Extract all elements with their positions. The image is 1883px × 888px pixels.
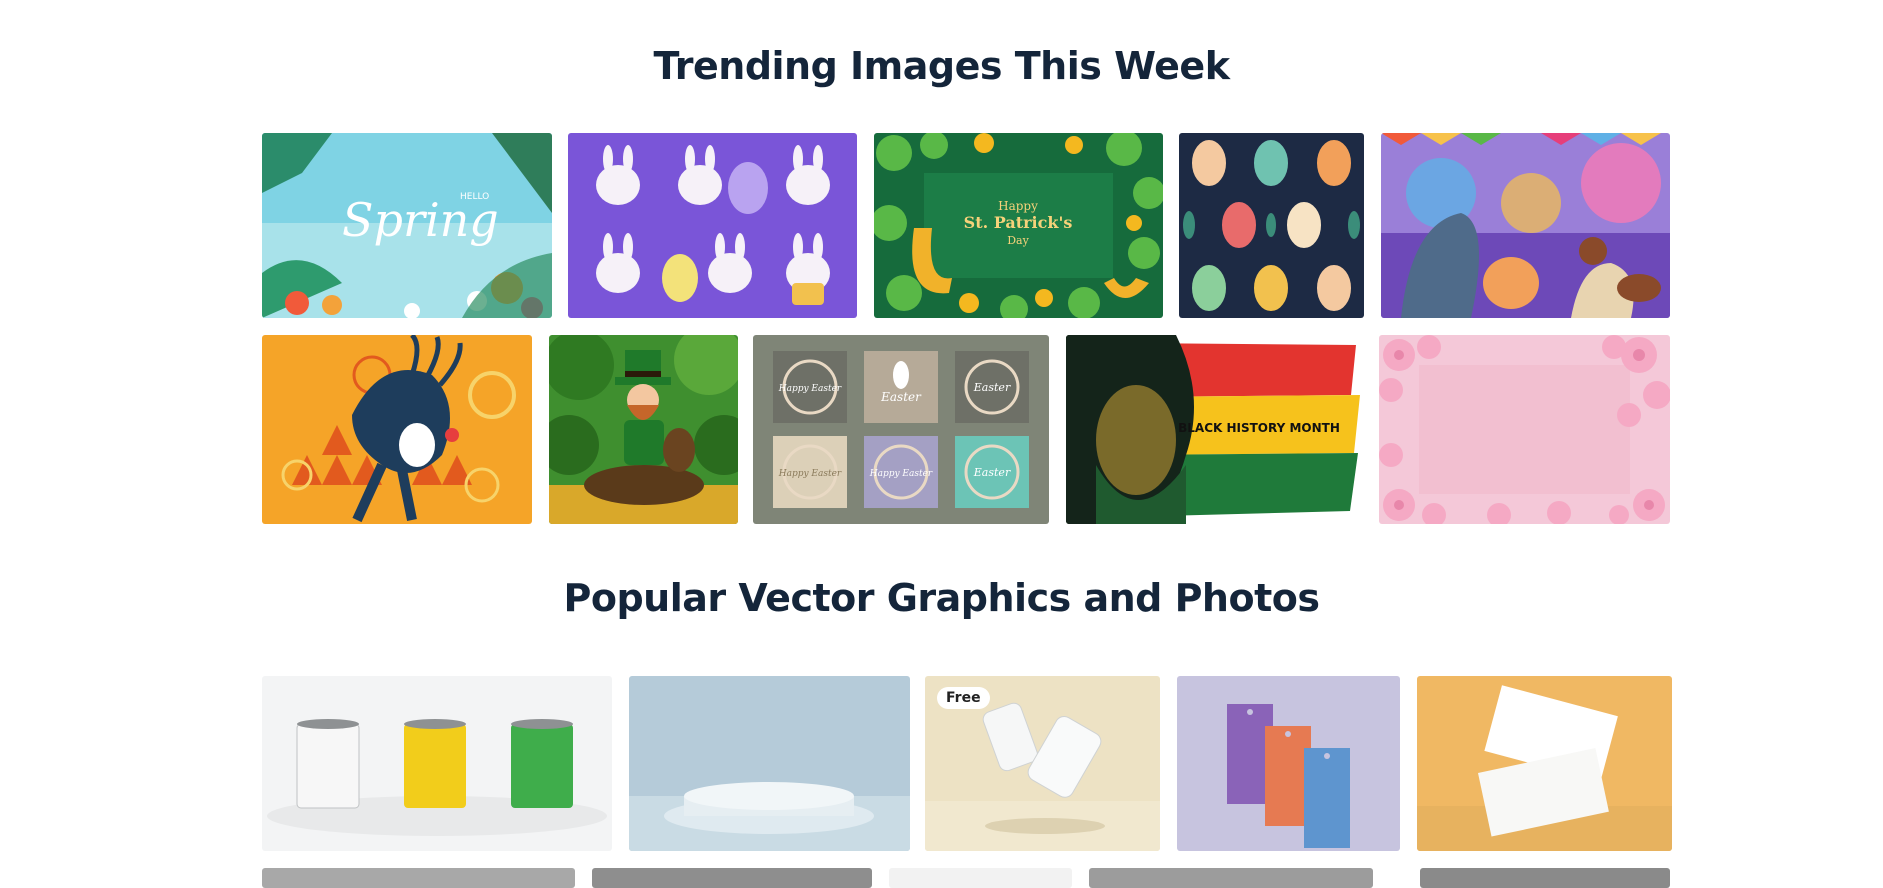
trending-image-easter-bunnies[interactable] xyxy=(568,133,857,318)
easter-card-text-2: Easter xyxy=(880,390,922,404)
trending-image-holi-festival[interactable] xyxy=(1381,133,1670,318)
trending-image-happy-easter-cards[interactable]: Happy Easter Easter Easter Happy Easter … xyxy=(753,335,1049,524)
st-patricks-caption-small: Happy xyxy=(998,199,1038,213)
trending-image-spring[interactable]: HELLO Spring xyxy=(262,133,552,318)
popular-image-row2-5[interactable] xyxy=(1420,868,1670,888)
popular-image-row2-3[interactable] xyxy=(889,868,1072,888)
popular-image-row2-2[interactable] xyxy=(592,868,872,888)
popular-image-business-cards[interactable] xyxy=(1417,676,1672,851)
easter-card-text-4: Happy Easter xyxy=(778,469,842,479)
easter-card-text-3: Easter xyxy=(973,381,1011,394)
free-badge: Free xyxy=(937,687,990,709)
popular-image-soda-cans[interactable]: Free xyxy=(925,676,1160,851)
trending-section-title: Trending Images This Week xyxy=(653,44,1230,88)
popular-image-paint-cans[interactable] xyxy=(262,676,612,851)
st-patricks-caption: St. Patrick's xyxy=(964,213,1073,232)
trending-image-cherry-blossom[interactable] xyxy=(1379,335,1670,524)
trending-image-leprechaun[interactable] xyxy=(549,335,738,524)
popular-section-title: Popular Vector Graphics and Photos xyxy=(563,576,1320,620)
black-history-month-caption: BLACK HISTORY MONTH xyxy=(1178,421,1340,435)
easter-card-text-6: Easter xyxy=(973,466,1011,479)
popular-image-row2-4[interactable] xyxy=(1089,868,1373,888)
easter-card-text-5: Happy Easter xyxy=(869,469,933,479)
popular-image-podium[interactable] xyxy=(629,676,910,851)
easter-card-text-1: Happy Easter xyxy=(778,384,842,394)
trending-image-easter-eggs[interactable] xyxy=(1179,133,1364,318)
st-patricks-caption-sub: Day xyxy=(1007,234,1029,247)
trending-image-african-dancer[interactable] xyxy=(262,335,532,524)
spring-caption: Spring xyxy=(342,193,499,247)
trending-image-black-history-month[interactable]: BLACK HISTORY MONTH xyxy=(1066,335,1362,524)
trending-image-st-patricks[interactable]: Happy St. Patrick's Day xyxy=(874,133,1163,318)
popular-image-row2-1[interactable] xyxy=(262,868,575,888)
popular-image-hang-tags[interactable] xyxy=(1177,676,1400,851)
